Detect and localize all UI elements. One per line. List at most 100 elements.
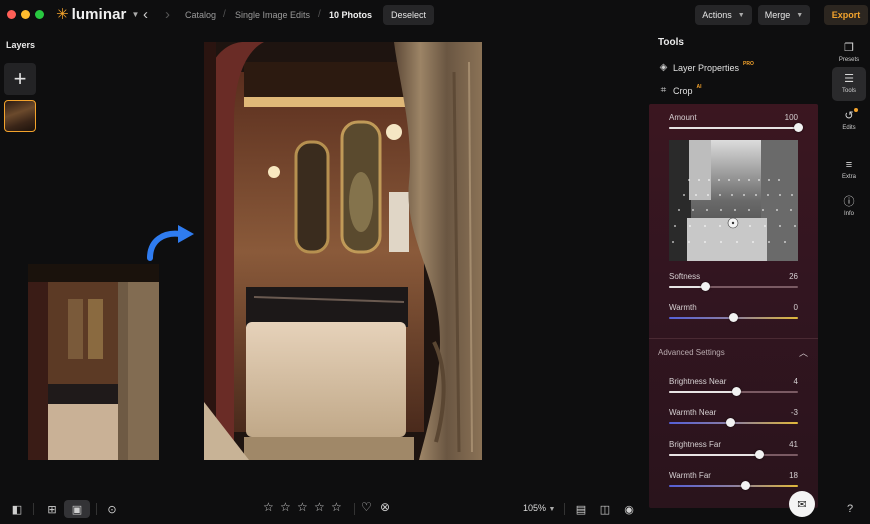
deselect-button[interactable]: Deselect	[383, 5, 434, 25]
ai-badge: AI	[696, 83, 702, 90]
main-photo-canvas[interactable]	[204, 42, 482, 460]
window-close-button[interactable]	[7, 10, 16, 19]
slider-label: Warmth Far	[669, 471, 711, 480]
merge-button[interactable]: Merge ▼	[758, 5, 810, 25]
back-arrow-icon[interactable]: ‹	[143, 6, 148, 23]
window-maximize-button[interactable]	[35, 10, 44, 19]
slider-value: 26	[789, 272, 798, 281]
breadcrumb-single-image-edits[interactable]: Single Image Edits	[235, 10, 310, 20]
app-logo-text: luminar	[71, 6, 127, 23]
zoom-level-label: 105%	[523, 503, 547, 513]
luminar-star-icon: ✳	[56, 6, 69, 23]
tools-rail-button[interactable]: ☰ Tools	[832, 67, 866, 101]
chat-assistant-button[interactable]: ✉	[789, 491, 815, 517]
rating-star-icon[interactable]: ☆	[314, 500, 325, 514]
slider-fill	[669, 391, 737, 393]
slider-handle[interactable]	[793, 123, 803, 132]
slider-value: 41	[789, 440, 798, 449]
actions-button[interactable]: Actions ▼	[695, 5, 752, 25]
bottom-bar: ◧ ⊞ ▣ ⊙ ☆ ☆ ☆ ☆ ☆ ♡ ⊗ 105% ▼ ▤ ◫ ◉ ?	[0, 494, 870, 524]
help-icon[interactable]: ?	[842, 500, 858, 518]
layer-properties-tool[interactable]: ◈ Layer Properties PRO	[658, 60, 754, 74]
slider-handle[interactable]	[700, 282, 710, 291]
reject-icon[interactable]: ⊗	[380, 500, 390, 514]
slider-track[interactable]	[669, 313, 798, 322]
chevron-down-icon: ▼	[131, 10, 140, 19]
slider-value: -3	[790, 408, 798, 417]
info-rail-button[interactable]: ⓘ Info	[832, 190, 866, 224]
sliders-icon: ☰	[844, 73, 854, 85]
active-tool-section: Advanced Settings ︿ Amount 100 Softness 26 W…	[649, 104, 818, 508]
presets-rail-button[interactable]: ❐ Presets	[832, 36, 866, 70]
divider	[96, 503, 97, 515]
divider	[33, 503, 34, 515]
pro-badge: PRO	[743, 60, 754, 67]
slider-value: 4	[793, 377, 798, 386]
rating-star-icon[interactable]: ☆	[331, 500, 342, 514]
favorite-heart-icon[interactable]: ♡	[361, 500, 372, 514]
slider-handle[interactable]	[731, 387, 741, 396]
edits-label: Edits	[842, 125, 856, 131]
breadcrumb-catalog[interactable]: Catalog	[185, 10, 216, 20]
slider-label: Warmth	[669, 303, 697, 312]
chevron-down-icon: ▼	[796, 11, 804, 19]
more-options-icon[interactable]: ⊙	[104, 500, 120, 518]
depth-mask-preview[interactable]	[669, 140, 798, 261]
layer-thumbnail[interactable]	[4, 100, 36, 132]
slider-label: Brightness Near	[669, 377, 727, 386]
advanced-settings-header[interactable]: Advanced Settings ︿	[649, 338, 818, 364]
compare-icon[interactable]: ▤	[573, 500, 589, 518]
rating-star-icon[interactable]: ☆	[263, 500, 274, 514]
add-layer-button[interactable]: +	[4, 63, 36, 95]
presets-icon: ❐	[844, 42, 854, 54]
chevron-up-icon: ︿	[798, 348, 808, 358]
before-photo-thumbnail	[28, 264, 159, 460]
slider-track[interactable]	[669, 481, 798, 490]
rating-star-icon[interactable]: ☆	[280, 500, 291, 514]
slider-track[interactable]	[669, 418, 798, 427]
crop-icon: ⌗	[660, 85, 667, 96]
before-photo-image	[28, 264, 159, 460]
app-logo-menu[interactable]: ✳ luminar ▼	[56, 6, 139, 23]
crop-label: Crop	[673, 85, 693, 96]
preview-eye-icon[interactable]: ◉	[621, 500, 637, 518]
breadcrumb-separator: /	[223, 9, 226, 20]
edits-rail-button[interactable]: ↺ Edits	[832, 104, 866, 138]
main-photo-image	[204, 42, 482, 460]
forward-arrow-icon[interactable]: ›	[165, 6, 170, 23]
slider-track[interactable]	[669, 387, 798, 396]
luminar-app-window: ✳ luminar ▼ ‹ › Catalog / Single Image E…	[0, 0, 870, 524]
chevron-down-icon: ▼	[548, 506, 556, 513]
slider-handle[interactable]	[740, 481, 750, 490]
slider-track[interactable]	[669, 450, 798, 459]
divider	[564, 503, 565, 515]
grid-view-icon[interactable]: ⊞	[43, 500, 61, 518]
slider-track[interactable]	[669, 123, 803, 132]
info-label: Info	[843, 211, 854, 217]
extra-rail-button[interactable]: ≡ Extra	[832, 153, 866, 187]
history-icon: ↺	[844, 110, 854, 122]
crop-tool[interactable]: ⌗ Crop AI	[658, 83, 702, 97]
chevron-down-icon: ▼	[737, 11, 745, 19]
list-icon: ≡	[845, 159, 853, 171]
export-button[interactable]: Export	[824, 5, 868, 25]
slider-value: 0	[793, 303, 798, 312]
zoom-level-dropdown[interactable]: 105% ▼	[523, 503, 555, 513]
rating-star-icon[interactable]: ☆	[297, 500, 308, 514]
edits-notification-dot	[854, 108, 858, 112]
slider-track[interactable]	[669, 282, 798, 291]
slider-handle[interactable]	[729, 313, 738, 322]
window-minimize-button[interactable]	[21, 10, 30, 19]
slider-fill	[669, 286, 706, 288]
slider-label: Softness	[669, 272, 701, 281]
slider-value: 100	[784, 113, 798, 122]
layer-properties-label: Layer Properties	[673, 62, 740, 73]
single-view-icon[interactable]: ▣	[64, 500, 90, 518]
toggle-sidebar-icon[interactable]: ◧	[8, 500, 26, 518]
slider-handle[interactable]	[726, 418, 736, 427]
divider	[354, 503, 355, 515]
slider-fill	[669, 454, 760, 456]
chat-bubble-icon: ✉	[797, 498, 807, 511]
slider-handle[interactable]	[754, 450, 764, 459]
split-view-icon[interactable]: ◫	[597, 500, 613, 518]
